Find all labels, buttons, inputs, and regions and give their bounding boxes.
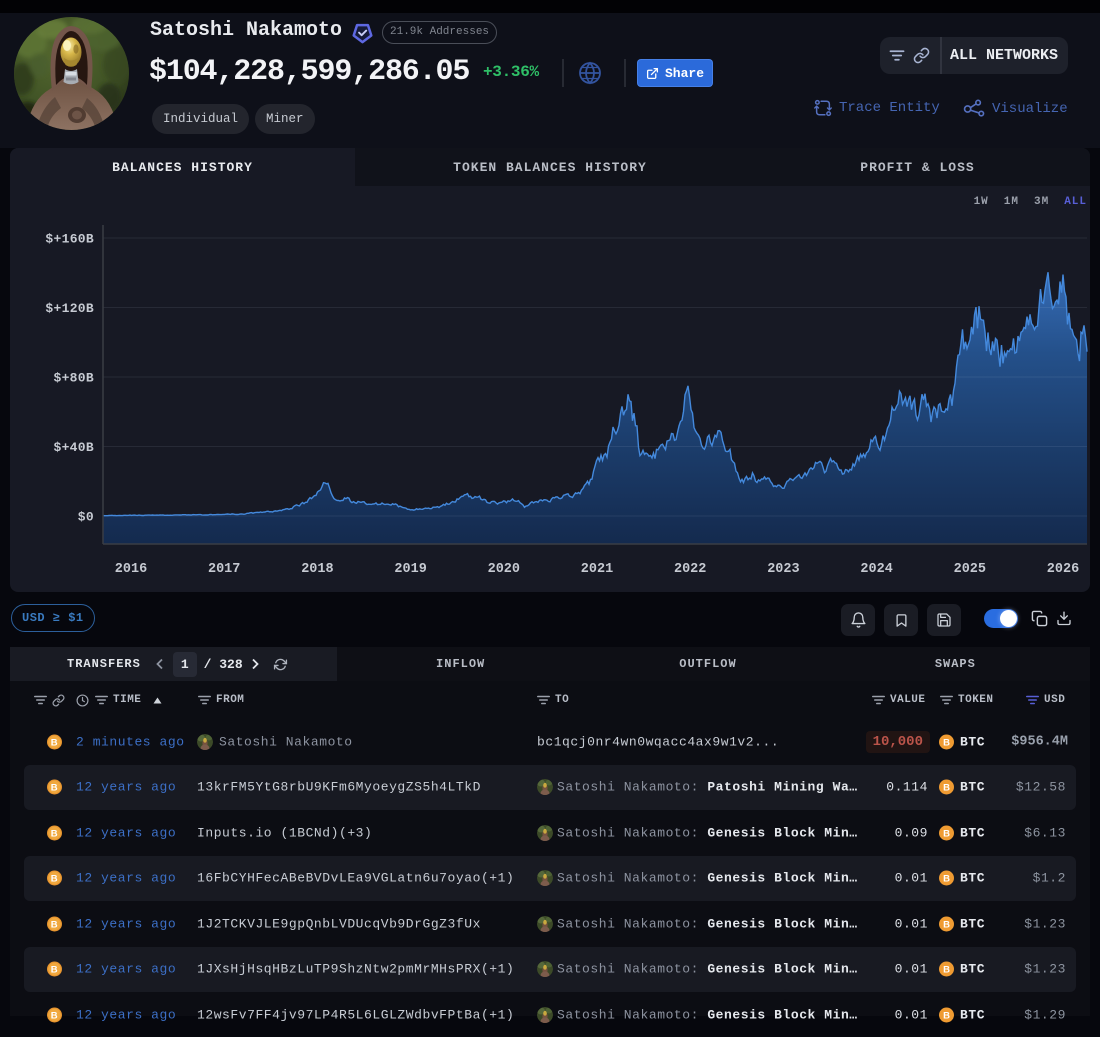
svg-text:B: B	[51, 828, 58, 839]
svg-text:B: B	[51, 965, 58, 976]
svg-text:2016: 2016	[115, 562, 147, 577]
svg-text:2017: 2017	[208, 562, 240, 577]
svg-text:2021: 2021	[581, 562, 613, 577]
svg-text:2024: 2024	[860, 562, 892, 577]
svg-text:B: B	[51, 919, 58, 930]
svg-text:$0: $0	[78, 510, 94, 525]
svg-text:$+40B: $+40B	[53, 440, 94, 455]
svg-text:$+160B: $+160B	[45, 232, 94, 247]
svg-text:B: B	[943, 965, 950, 976]
svg-text:B: B	[51, 783, 58, 794]
svg-text:B: B	[51, 874, 58, 885]
svg-text:B: B	[943, 874, 950, 885]
svg-text:2018: 2018	[301, 562, 333, 577]
svg-text:2025: 2025	[954, 562, 986, 577]
svg-text:2019: 2019	[394, 562, 426, 577]
svg-text:B: B	[51, 737, 58, 748]
svg-text:$+80B: $+80B	[53, 371, 94, 386]
svg-text:2020: 2020	[488, 562, 520, 577]
svg-text:$+120B: $+120B	[45, 301, 94, 316]
svg-text:2026: 2026	[1047, 562, 1079, 577]
svg-text:2022: 2022	[674, 562, 706, 577]
svg-text:B: B	[943, 737, 950, 748]
svg-text:B: B	[943, 783, 950, 794]
svg-text:B: B	[943, 919, 950, 930]
svg-text:B: B	[943, 828, 950, 839]
svg-text:2023: 2023	[767, 562, 799, 577]
